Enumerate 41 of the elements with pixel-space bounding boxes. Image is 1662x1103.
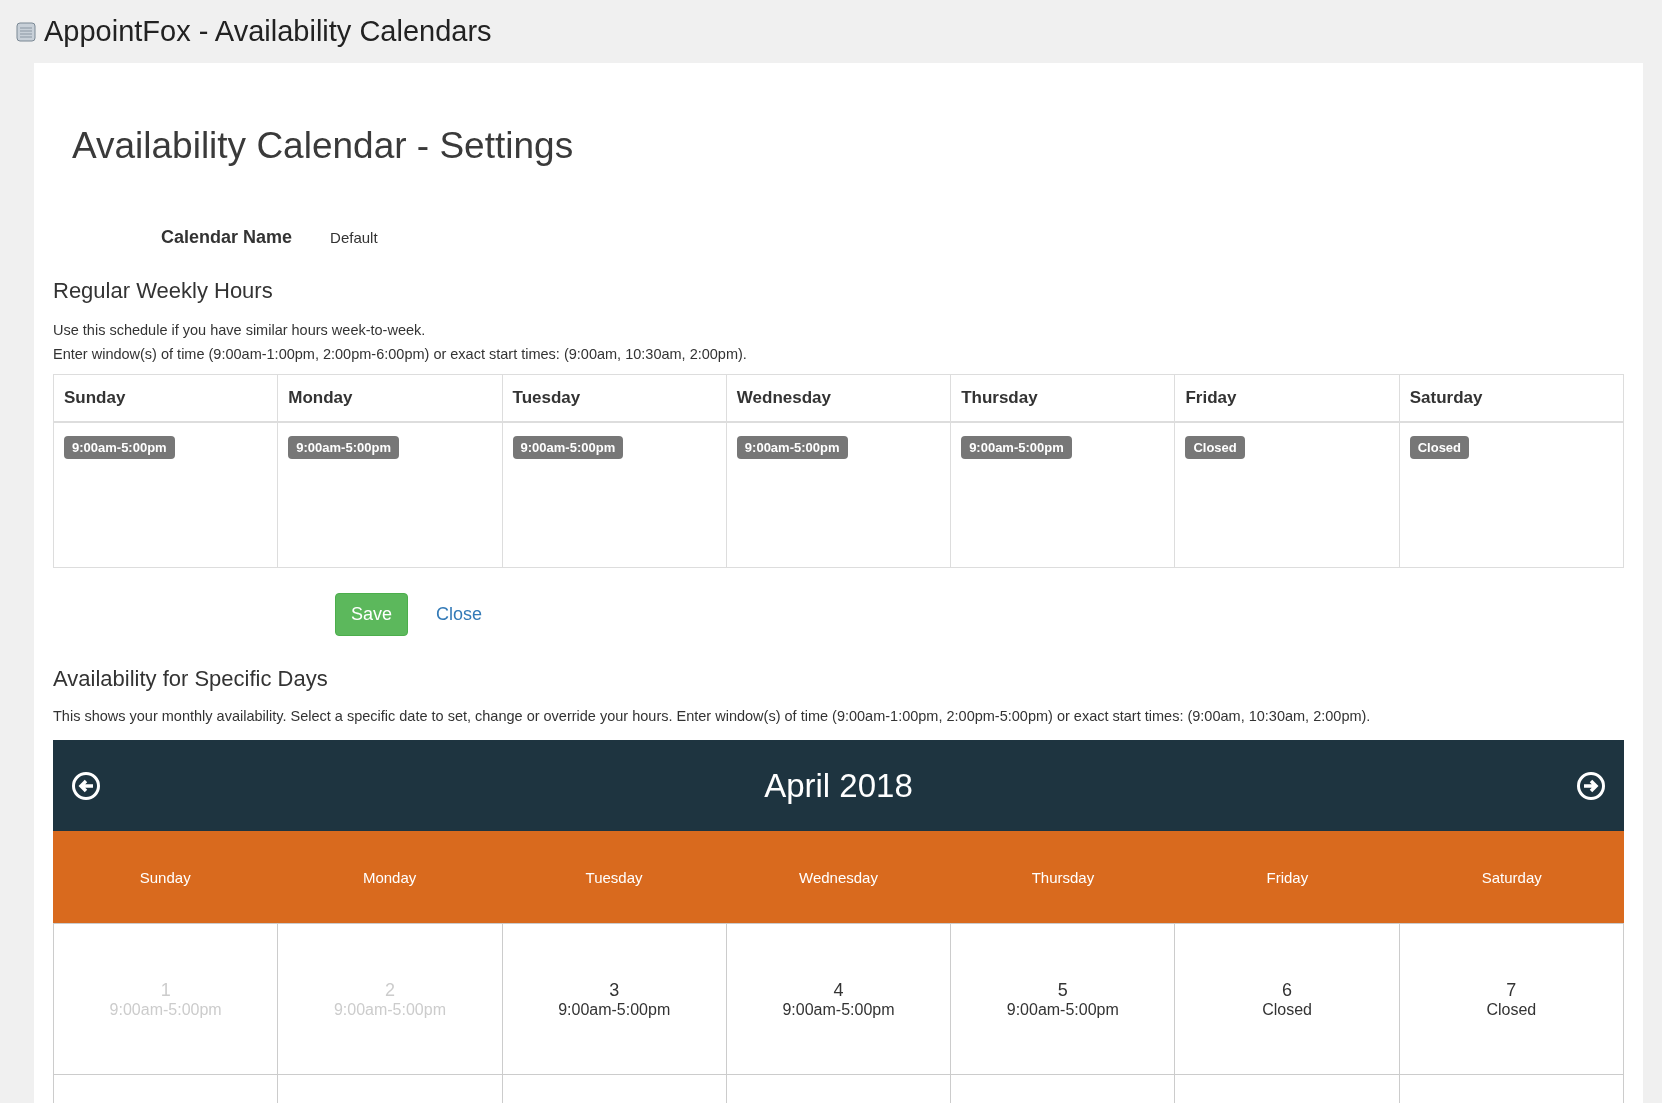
- hours-tag[interactable]: 9:00am-5:00pm: [736, 436, 848, 459]
- calendar-day[interactable]: 4 9:00am-5:00pm: [726, 923, 951, 1075]
- weekday-label: Friday: [1266, 868, 1309, 886]
- field-label: Calendar Name: [161, 227, 293, 248]
- hours-tag[interactable]: Closed: [1409, 436, 1470, 459]
- calendar-icon: [16, 21, 36, 42]
- calendar-day[interactable]: 5 9:00am-5:00pm: [950, 923, 1175, 1075]
- day-header: Monday: [277, 374, 503, 422]
- description-text: This shows your monthly availability. Select a specific date to set, change or override your hours. Enter window(s) of time (9:00am-1:00pm, 2:00pm-5:00pm) or exact start times: (9:00am, 10:30am, 2:00pm).: [53, 707, 1372, 726]
- hours-tag[interactable]: 9:00am-5:00pm: [288, 436, 399, 459]
- hours-tag[interactable]: Closed: [1185, 436, 1245, 459]
- calendar-day[interactable]: 3 9:00am-5:00pm: [502, 923, 727, 1075]
- weekday-label: Tuesday: [585, 868, 643, 886]
- day-header: Wednesday: [726, 374, 951, 422]
- hours-tag[interactable]: 9:00am-5:00pm: [64, 436, 175, 459]
- day-header: Tuesday: [502, 374, 727, 422]
- calendar-name-value: Default: [330, 229, 378, 246]
- close-link[interactable]: Close: [436, 604, 483, 625]
- weekday-label: Wednesday: [799, 868, 878, 886]
- calendar-day[interactable]: 7 Closed: [1399, 923, 1624, 1075]
- hours-tag[interactable]: 9:00am-5:00pm: [961, 436, 1072, 459]
- day-header: Thursday: [950, 374, 1175, 422]
- previous-month-icon[interactable]: [71, 770, 101, 801]
- section-heading: Regular Weekly Hours: [53, 278, 274, 304]
- weekday-label: Saturday: [1481, 868, 1542, 886]
- day-header: Friday: [1174, 374, 1400, 422]
- hours-tag[interactable]: 9:00am-5:00pm: [512, 436, 624, 459]
- window-title: AppointFox - Availability Calendars: [44, 15, 492, 48]
- weekday-label: Sunday: [139, 868, 191, 886]
- day-header: Saturday: [1399, 374, 1624, 422]
- month-title: April 2018: [764, 766, 913, 805]
- save-button[interactable]: Save: [335, 593, 409, 636]
- section-heading: Availability for Specific Days: [53, 666, 329, 692]
- next-month-icon[interactable]: [1576, 770, 1606, 801]
- day-header: Sunday: [53, 374, 278, 422]
- description-text: Enter window(s) of time (9:00am-1:00pm, 2:00pm-6:00pm) or exact start times: (9:00am, 10:30am, 2:00pm).: [53, 345, 748, 364]
- page-heading: Availability Calendar - Settings: [71, 124, 575, 167]
- calendar-day[interactable]: 6 Closed: [1174, 923, 1400, 1075]
- weekday-label: Monday: [362, 868, 417, 886]
- weekday-label: Thursday: [1031, 868, 1095, 886]
- description-text: Use this schedule if you have similar hours week-to-week.: [53, 321, 427, 340]
